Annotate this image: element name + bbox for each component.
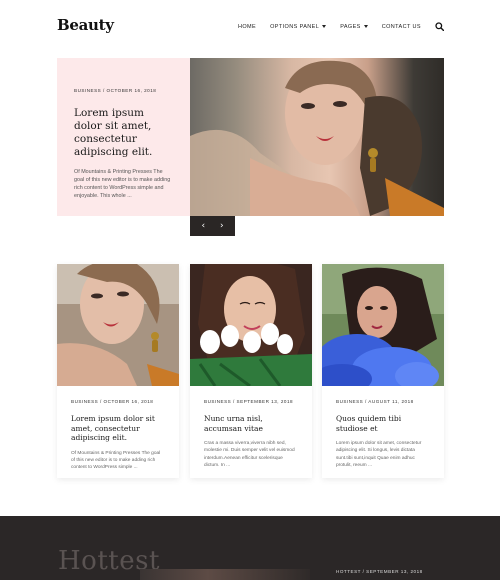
nav-label: PAGES (340, 23, 361, 30)
nav-label: HOME (237, 23, 257, 30)
hottest-section: Hottest HOTTEST / SEPTEMBER 13, 2018 (0, 516, 500, 580)
post-card-image[interactable] (322, 264, 444, 386)
chevron-right-icon[interactable]: › (220, 221, 224, 231)
post-card-meta[interactable]: BUSINESS / SEPTEMBER 13, 2018 (204, 399, 298, 404)
hero-image[interactable] (190, 58, 444, 216)
post-card-excerpt: Of Mountains & Printing Presses The goal… (71, 450, 161, 471)
hottest-post-meta[interactable]: HOTTEST / SEPTEMBER 13, 2018 (336, 569, 423, 574)
hero-post-title[interactable]: Lorem ipsum dolor sit amet, consectetur … (74, 107, 173, 159)
post-card[interactable]: BUSINESS / AUGUST 11, 2018 Quos quidem t… (322, 264, 444, 478)
post-card-excerpt: Cras a massa viverra,viverra nibh sed, m… (204, 441, 295, 468)
post-card-image[interactable] (57, 264, 179, 386)
post-card[interactable]: BUSINESS / OCTOBER 16, 2018 Lorem ipsum … (57, 264, 179, 478)
post-card-image[interactable] (190, 264, 312, 386)
site-logo[interactable]: Beauty (57, 16, 114, 34)
hottest-image[interactable] (140, 569, 310, 580)
nav-label: CONTACT US (381, 23, 421, 30)
nav-item-home[interactable]: HOME (238, 24, 256, 30)
post-card[interactable]: BUSINESS / SEPTEMBER 13, 2018 Nunc urna … (190, 264, 312, 478)
chevron-left-icon[interactable]: ‹ (201, 221, 205, 231)
slider-controls: ‹ › (190, 216, 235, 236)
site-header: Beauty HOME OPTIONS PANEL PAGES CONTACT … (0, 0, 500, 58)
post-grid: BUSINESS / OCTOBER 16, 2018 Lorem ipsum … (57, 264, 444, 478)
main-nav: HOME OPTIONS PANEL PAGES CONTACT US (238, 22, 444, 31)
nav-label: OPTIONS PANEL (270, 23, 320, 30)
nav-item-contact-us[interactable]: CONTACT US (382, 24, 421, 30)
post-card-title[interactable]: Quos quidem tibi studiose et (336, 414, 430, 433)
post-card-body: BUSINESS / OCTOBER 16, 2018 Lorem ipsum … (57, 386, 179, 471)
post-card-title[interactable]: Nunc urna nisl, accumsan vitae (204, 414, 298, 433)
post-card-excerpt: Lorem ipsum dolor sit amet, consectetur … (336, 441, 422, 468)
nav-item-pages[interactable]: PAGES (340, 24, 368, 30)
post-card-body: BUSINESS / SEPTEMBER 13, 2018 Nunc urna … (190, 386, 312, 469)
post-card-body: BUSINESS / AUGUST 11, 2018 Quos quidem t… (322, 386, 444, 469)
hero-slider: BUSINESS / OCTOBER 16, 2018 Lorem ipsum … (57, 58, 444, 236)
search-icon[interactable] (435, 22, 444, 31)
post-card-meta[interactable]: BUSINESS / OCTOBER 16, 2018 (71, 399, 165, 404)
hero-post-excerpt: Of Mountains & Printing Presses The goal… (74, 169, 171, 199)
chevron-down-icon (363, 25, 368, 28)
post-card-meta[interactable]: BUSINESS / AUGUST 11, 2018 (336, 399, 430, 404)
hero-post-meta[interactable]: BUSINESS / OCTOBER 16, 2018 (74, 88, 173, 93)
post-card-title[interactable]: Lorem ipsum dolor sit amet, consectetur … (71, 414, 165, 443)
hero-post-card[interactable]: BUSINESS / OCTOBER 16, 2018 Lorem ipsum … (57, 58, 190, 216)
nav-item-options-panel[interactable]: OPTIONS PANEL (270, 23, 327, 30)
chevron-down-icon (322, 25, 327, 28)
